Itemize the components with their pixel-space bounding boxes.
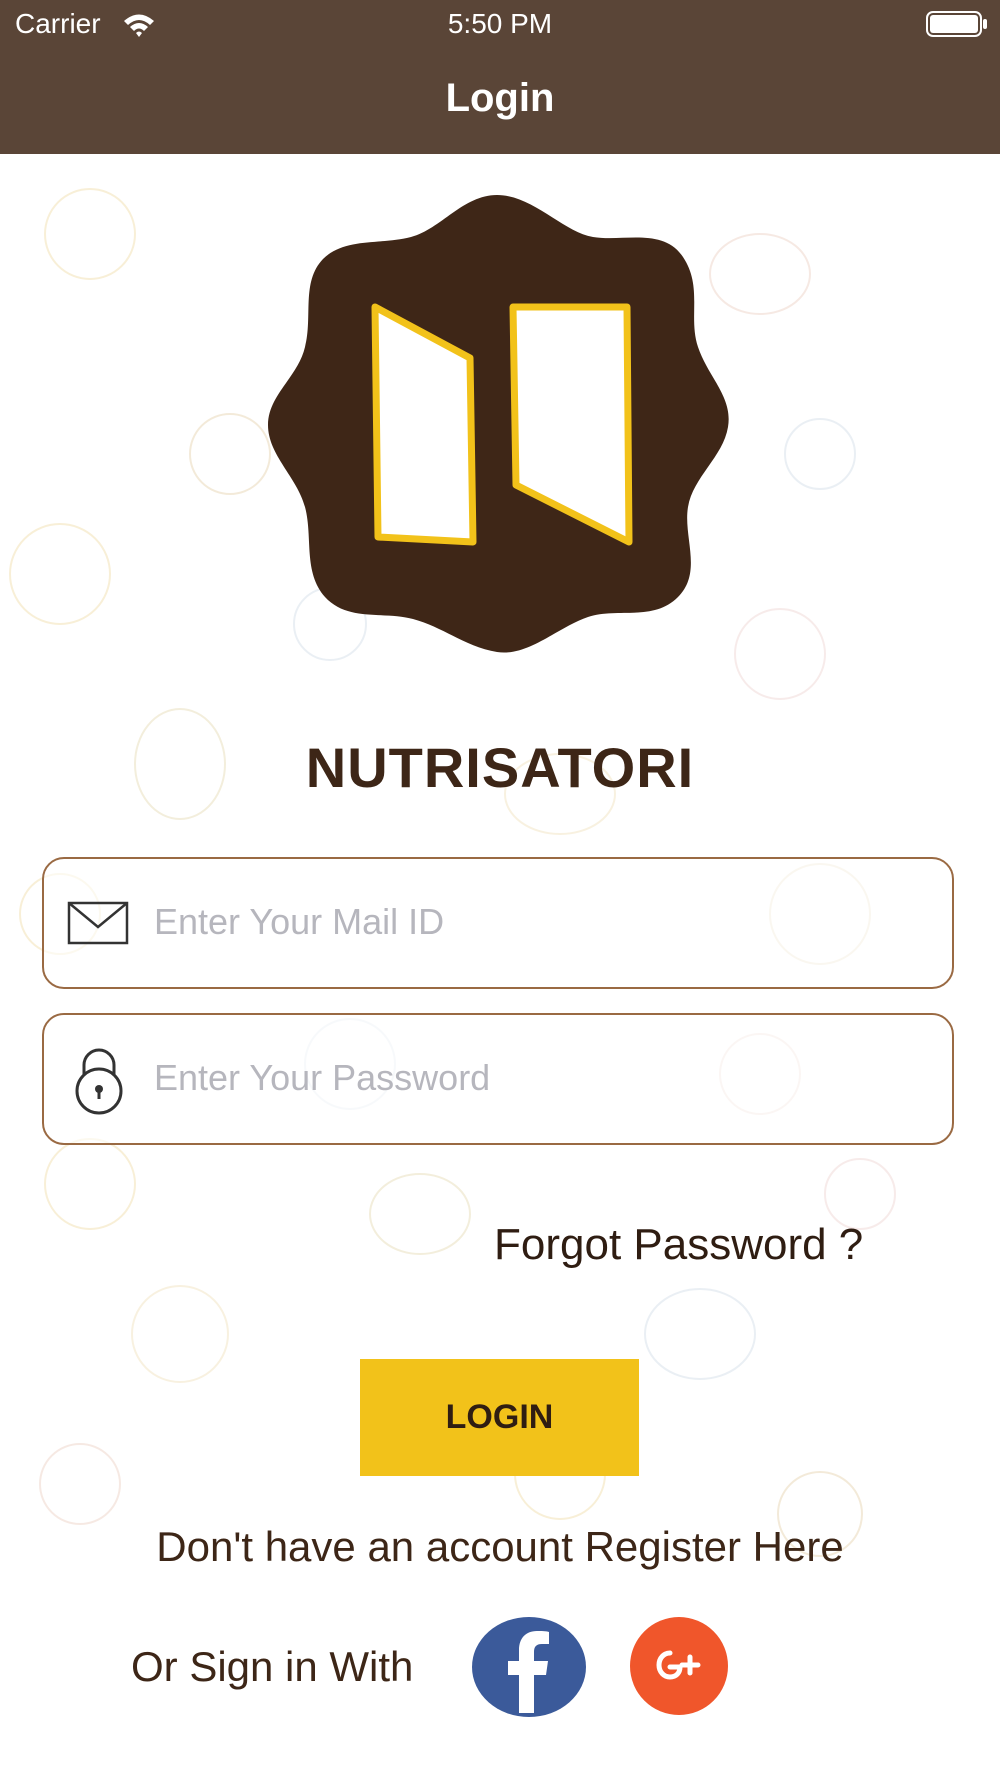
forgot-password-link[interactable]: Forgot Password ? (494, 1220, 863, 1270)
nav-bar: Login (0, 50, 1000, 154)
lock-icon (75, 1048, 123, 1115)
email-field[interactable]: Enter Your Mail ID (42, 857, 954, 989)
email-placeholder: Enter Your Mail ID (154, 901, 445, 942)
page-title: Login (445, 76, 555, 120)
password-placeholder: Enter Your Password (154, 1057, 491, 1098)
app-logo (268, 195, 729, 653)
password-field[interactable]: Enter Your Password (42, 1013, 954, 1145)
status-bar: Carrier 5:50 PM (0, 0, 1000, 50)
mail-icon (67, 901, 129, 945)
status-time: 5:50 PM (447, 8, 553, 39)
google-plus-icon[interactable] (630, 1617, 728, 1715)
social-signin-label: Or Sign in With (131, 1643, 414, 1690)
battery-icon (926, 11, 987, 37)
app-name: NUTRISATORI (305, 736, 695, 799)
register-link[interactable]: Don't have an account Register Here (0, 1523, 1000, 1571)
facebook-icon[interactable] (472, 1617, 586, 1717)
login-button[interactable]: LOGIN (360, 1359, 639, 1476)
